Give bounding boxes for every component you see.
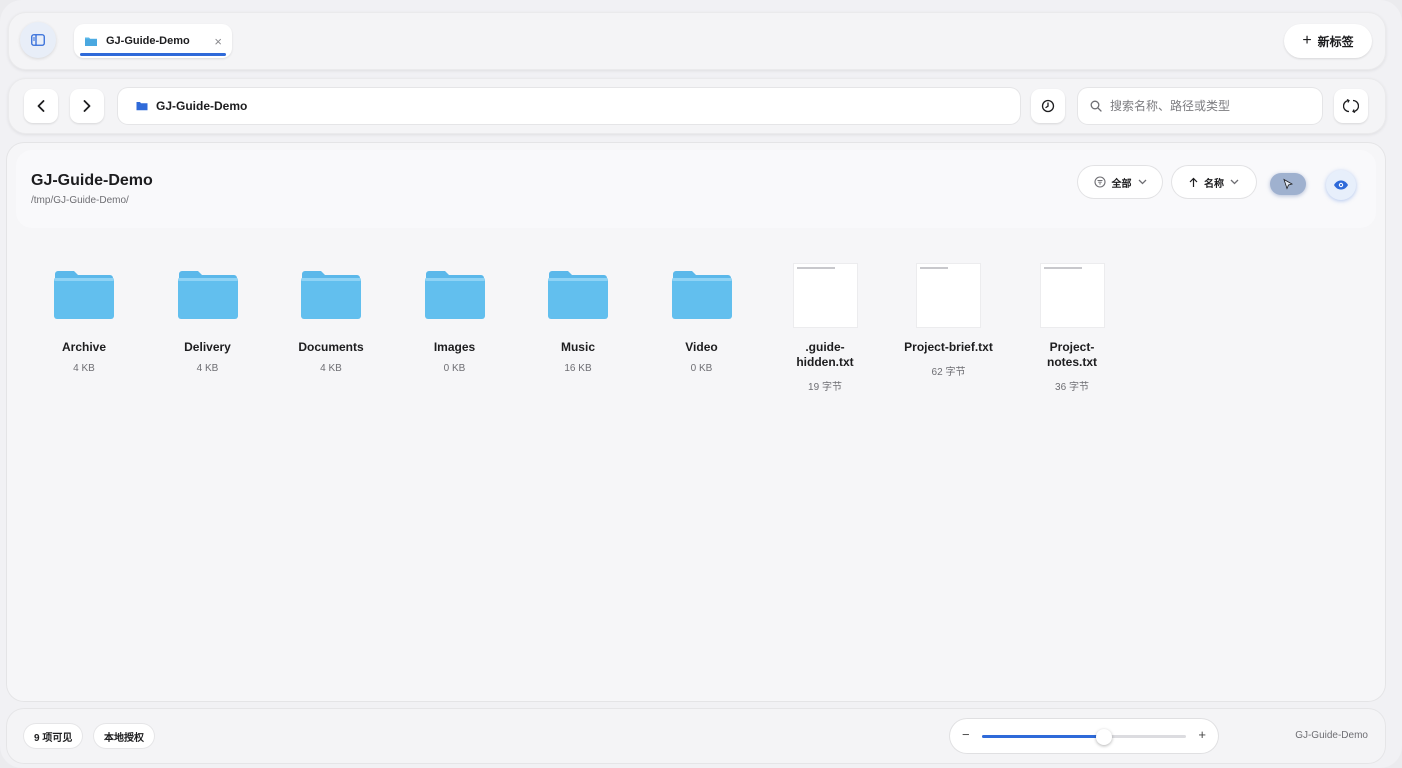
item-size: 4 KB — [320, 363, 342, 374]
plus-icon: + — [1302, 32, 1312, 49]
sync-icon — [1343, 98, 1359, 114]
folder-icon — [298, 262, 364, 328]
tab-label: GJ-Guide-Demo — [106, 35, 190, 47]
item-size: 4 KB — [196, 363, 219, 374]
folder-icon — [85, 37, 97, 46]
history-button[interactable] — [1031, 89, 1065, 123]
clock-icon — [1041, 99, 1055, 113]
status-folder-name: GJ-Guide-Demo — [1295, 730, 1368, 741]
select-mode-button[interactable] — [1270, 173, 1306, 195]
forward-button[interactable] — [70, 89, 104, 123]
folder-icon — [136, 102, 148, 111]
path-field[interactable]: GJ-Guide-Demo — [118, 88, 1020, 124]
folder-item[interactable]: Delivery 4 KB — [153, 262, 263, 374]
zoom-out-button[interactable]: − — [962, 727, 970, 742]
file-item[interactable]: .guide- hidden.txt 19 字节 — [770, 262, 880, 393]
file-item[interactable]: Project-brief.txt 62 字节 — [894, 262, 1004, 378]
search-input[interactable] — [1110, 99, 1300, 113]
folder-item[interactable]: Video 0 KB — [647, 262, 757, 374]
sidebar-icon — [31, 34, 45, 46]
item-name: Project-brief.txt — [904, 340, 993, 354]
zoom-slider[interactable] — [982, 729, 1186, 745]
folder-icon — [175, 262, 241, 328]
item-size: 16 KB — [564, 363, 592, 374]
search-icon — [1090, 100, 1102, 112]
new-tab-button[interactable]: + 新标签 — [1284, 24, 1372, 58]
close-icon[interactable]: × — [214, 34, 222, 49]
folder-icon — [422, 262, 488, 328]
zoom-in-button[interactable]: + — [1198, 727, 1206, 742]
filter-icon — [1093, 176, 1106, 188]
item-size: 4 KB — [73, 363, 95, 374]
auth-badge: 本地授权 — [94, 724, 154, 748]
file-item[interactable]: Project- notes.txt 36 字节 — [1017, 262, 1127, 393]
text-file-icon — [916, 262, 982, 328]
file-grid: Archive 4 KB Delivery 4 KB Documents 4 KB Imag… — [6, 262, 1386, 402]
folder-title: GJ-Guide-Demo — [31, 172, 153, 189]
folder-path: /tmp/GJ-Guide-Demo/ — [31, 195, 129, 206]
sidebar-toggle-button[interactable] — [20, 22, 56, 58]
folder-icon — [669, 262, 735, 328]
sort-label: 名称 — [1204, 178, 1224, 190]
search-field[interactable] — [1078, 88, 1322, 124]
chevron-left-icon — [37, 100, 45, 112]
file-browser-panel: GJ-Guide-Demo /tmp/GJ-Guide-Demo/ 全部 名称 … — [6, 142, 1386, 702]
tab-bar: GJ-Guide-Demo × + 新标签 — [8, 12, 1386, 70]
item-name: Archive — [61, 340, 107, 354]
item-count-badge: 9 项可见 — [24, 724, 83, 748]
address-bar: GJ-Guide-Demo — [8, 78, 1386, 134]
folder-item[interactable]: Images 0 KB — [400, 262, 510, 374]
sync-button[interactable] — [1334, 89, 1368, 123]
preview-toggle-button[interactable] — [1326, 170, 1356, 200]
chevron-right-icon — [83, 100, 91, 112]
text-file-icon — [792, 262, 858, 328]
active-tab-indicator — [80, 53, 226, 56]
back-button[interactable] — [24, 89, 58, 123]
item-size: 62 字节 — [931, 367, 966, 378]
item-size: 19 字节 — [808, 382, 842, 393]
item-name: Images — [433, 340, 476, 354]
item-name: Project- notes.txt — [1046, 340, 1097, 369]
folder-icon — [51, 262, 117, 328]
zoom-control: − + — [950, 719, 1218, 753]
item-size: 36 字节 — [1055, 382, 1089, 393]
sort-dropdown[interactable]: 名称 — [1172, 166, 1256, 198]
folder-item[interactable]: Music 16 KB — [523, 262, 633, 374]
item-name: Music — [560, 340, 595, 354]
zoom-slider-fill — [982, 735, 1105, 738]
folder-icon — [545, 262, 611, 328]
filter-dropdown[interactable]: 全部 — [1078, 166, 1162, 198]
new-tab-label: 新标签 — [1317, 34, 1354, 49]
app-window: GJ-Guide-Demo × + 新标签 GJ-Guide-Demo 搜索名称… — [0, 0, 1402, 768]
chevron-down-icon — [1138, 179, 1146, 185]
item-name: Delivery — [184, 340, 231, 354]
item-size: 0 KB — [443, 363, 466, 374]
item-name: Documents — [298, 340, 364, 354]
text-file-icon — [1039, 262, 1105, 328]
path-label: GJ-Guide-Demo — [156, 99, 248, 113]
folder-item[interactable]: Archive 4 KB — [29, 262, 139, 374]
item-size: 0 KB — [690, 363, 713, 374]
zoom-slider-handle[interactable] — [1096, 729, 1113, 745]
tab-gj-guide-demo[interactable]: GJ-Guide-Demo × — [74, 24, 232, 58]
cursor-icon — [1283, 178, 1294, 190]
item-name: Video — [685, 340, 718, 354]
folder-item[interactable]: Documents 4 KB — [276, 262, 386, 374]
arrow-up-icon — [1189, 177, 1198, 187]
chevron-down-icon — [1230, 179, 1239, 185]
folder-header: GJ-Guide-Demo /tmp/GJ-Guide-Demo/ 全部 名称 — [16, 150, 1376, 228]
item-name: .guide- hidden.txt — [796, 340, 854, 369]
status-bar: 9 项可见 本地授权 − + GJ-Guide-Demo — [6, 708, 1386, 764]
eye-icon — [1334, 180, 1348, 190]
filter-label: 全部 — [1111, 178, 1132, 190]
